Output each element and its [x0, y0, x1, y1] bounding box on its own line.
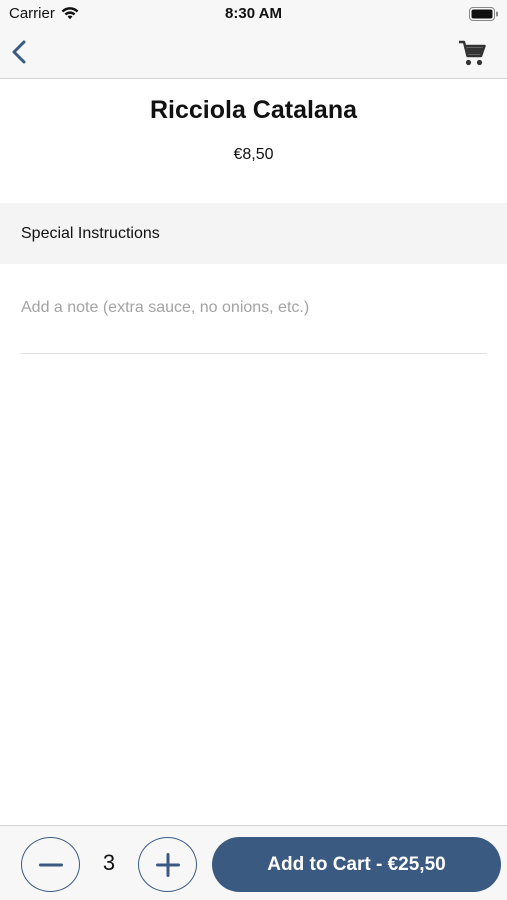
special-instructions-input[interactable] [21, 288, 487, 328]
special-instructions-header: Special Instructions [0, 203, 507, 264]
back-button[interactable] [6, 34, 38, 70]
status-bar: Carrier 8:30 AM [0, 0, 507, 28]
item-detail-screen: Carrier 8:30 AM Ricciola Catalana €8,50 … [0, 0, 507, 900]
note-input-underline [21, 353, 487, 354]
decrease-quantity-button[interactable] [21, 837, 80, 892]
item-price: €8,50 [233, 146, 274, 163]
cart-button[interactable] [456, 38, 488, 68]
special-instructions-title: Special Instructions [21, 225, 160, 242]
add-to-cart-bar: 3 Add to Cart - €25,50 [0, 825, 507, 900]
plus-icon [155, 852, 180, 877]
status-time: 8:30 AM [225, 5, 282, 22]
battery-icon [469, 7, 498, 21]
chevron-left-icon [12, 40, 26, 64]
increase-quantity-button[interactable] [138, 837, 197, 892]
quantity-value: 3 [102, 850, 116, 875]
cart-icon [459, 40, 486, 66]
navigation-bar [0, 28, 507, 79]
item-name: Ricciola Catalana [149, 96, 358, 124]
minus-icon [38, 863, 63, 866]
add-to-cart-button[interactable]: Add to Cart - €25,50 [212, 837, 501, 892]
